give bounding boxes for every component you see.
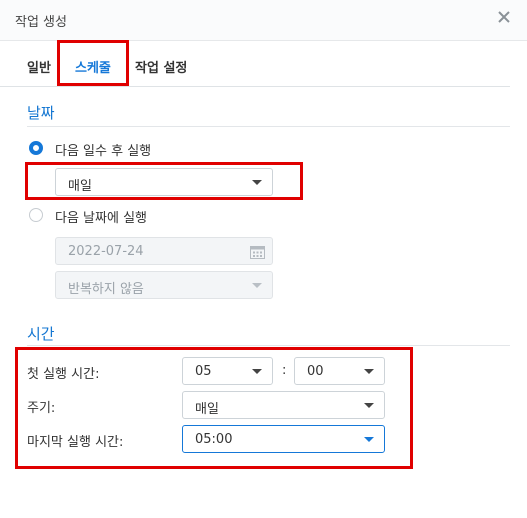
date-section-title: 날짜 bbox=[27, 104, 55, 122]
repeat-days-select[interactable]: 매일 bbox=[55, 168, 273, 196]
date-field[interactable]: 2022-07-24 bbox=[55, 237, 273, 265]
minute-select[interactable]: 00 bbox=[294, 357, 385, 385]
frequency-select[interactable]: 매일 bbox=[182, 391, 385, 419]
frequency-label: 주기: bbox=[27, 401, 56, 416]
chevron-down-icon bbox=[252, 180, 262, 185]
last-run-time-label: 마지막 실행 시간: bbox=[27, 435, 124, 450]
chevron-down-icon bbox=[364, 403, 374, 408]
repeat-type-select-value: 반복하지 않음 bbox=[68, 282, 144, 297]
last-run-time-select[interactable]: 05:00 bbox=[182, 425, 385, 453]
radio-specific-date-label: 다음 날짜에 실행 bbox=[55, 211, 147, 226]
tab-general[interactable]: 일반 bbox=[27, 57, 51, 76]
chevron-down-icon bbox=[252, 283, 262, 288]
hour-select-value: 05 bbox=[195, 364, 212, 379]
active-tab-indicator bbox=[66, 83, 121, 86]
tab-task-settings[interactable]: 작업 설정 bbox=[135, 57, 187, 76]
radio-repeat-days-label: 다음 일수 후 실행 bbox=[55, 144, 152, 159]
first-run-time-label: 첫 실행 시간: bbox=[27, 367, 100, 382]
dialog-title: 작업 생성 bbox=[15, 15, 67, 30]
hour-select[interactable]: 05 bbox=[182, 357, 273, 385]
time-section-divider bbox=[27, 345, 510, 346]
radio-specific-date[interactable] bbox=[29, 208, 43, 222]
calendar-icon[interactable] bbox=[250, 244, 265, 259]
last-run-time-select-value: 05:00 bbox=[195, 432, 233, 447]
time-section-title: 시간 bbox=[27, 325, 55, 343]
chevron-down-icon bbox=[364, 369, 374, 374]
repeat-type-select[interactable]: 반복하지 않음 bbox=[55, 271, 273, 299]
date-section-divider bbox=[27, 126, 510, 127]
radio-repeat-days[interactable] bbox=[29, 141, 43, 155]
chevron-down-icon bbox=[364, 437, 374, 442]
frequency-select-value: 매일 bbox=[195, 402, 219, 417]
close-icon[interactable] bbox=[497, 10, 511, 24]
tab-bar: 일반 스케줄 작업 설정 bbox=[0, 41, 510, 87]
tab-schedule[interactable]: 스케줄 bbox=[75, 57, 111, 76]
minute-select-value: 00 bbox=[307, 364, 324, 379]
date-field-value: 2022-07-24 bbox=[68, 244, 144, 259]
time-separator: : bbox=[282, 363, 287, 378]
repeat-days-select-value: 매일 bbox=[68, 179, 92, 194]
chevron-down-icon bbox=[252, 369, 262, 374]
dialog-titlebar: 작업 생성 bbox=[0, 0, 527, 41]
